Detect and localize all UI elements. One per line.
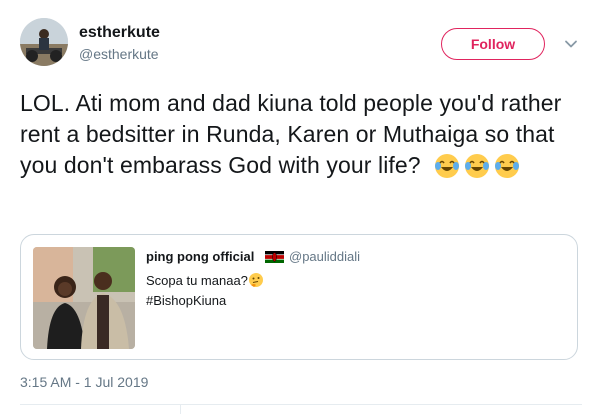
face-with-tears-of-joy-icon — [435, 154, 460, 178]
divider-tick — [180, 404, 181, 414]
follow-button[interactable]: Follow — [441, 28, 545, 60]
emoji-group — [433, 152, 521, 180]
quoted-hashtag[interactable]: #BishopKiuna — [146, 293, 226, 308]
tweet-timestamp[interactable]: 3:15 AM - 1 Jul 2019 — [20, 374, 148, 390]
divider — [20, 404, 582, 405]
kenya-flag-icon — [265, 251, 284, 263]
author-handle[interactable]: @estherkute — [79, 46, 159, 62]
quoted-text-line: Scopa tu manaa? — [146, 272, 264, 288]
face-with-tears-of-joy-icon — [465, 154, 490, 178]
avatar[interactable] — [20, 18, 68, 66]
chevron-down-icon[interactable] — [563, 36, 579, 52]
avatar-image — [20, 18, 68, 66]
quoted-text: Scopa tu manaa? — [146, 273, 248, 288]
author-name[interactable]: estherkute — [79, 24, 160, 42]
quoted-tweet-image[interactable] — [33, 247, 135, 349]
couple-photo — [33, 247, 135, 349]
tweet-body: LOL. Ati mom and dad kiuna told people y… — [20, 88, 590, 181]
quoted-tweet[interactable]: ping pong official @pauliddiali Scopa tu… — [20, 234, 578, 360]
thinking-face-icon — [248, 273, 263, 287]
face-with-tears-of-joy-icon — [495, 154, 520, 178]
quoted-author-handle[interactable]: @pauliddiali — [289, 249, 360, 264]
quoted-author-name[interactable]: ping pong official — [146, 249, 254, 264]
